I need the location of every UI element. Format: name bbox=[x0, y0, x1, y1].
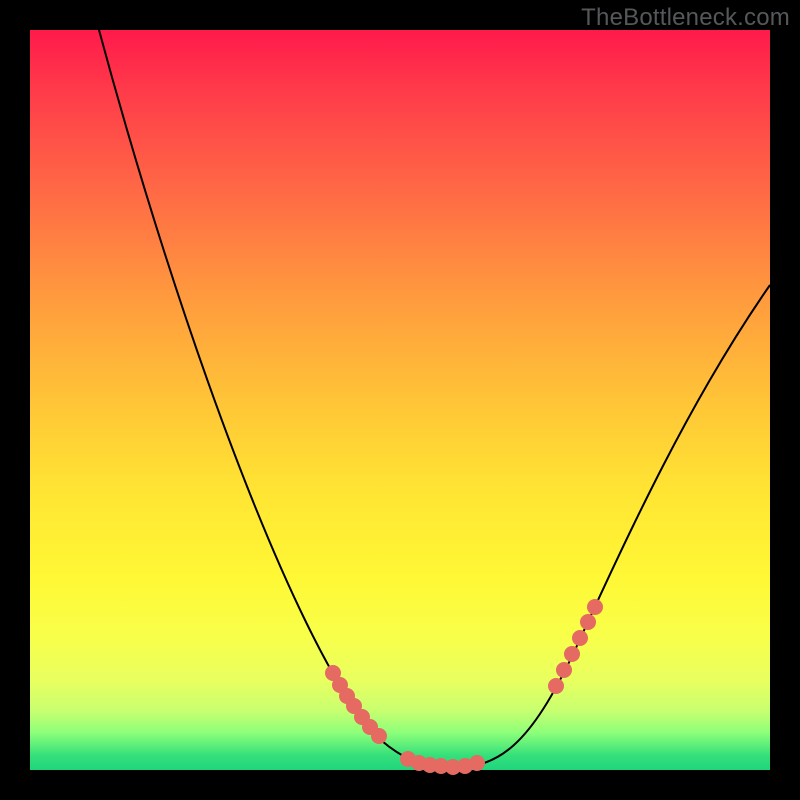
watermark-label: TheBottleneck.com bbox=[581, 4, 790, 32]
marker-dot bbox=[587, 599, 603, 615]
marker-band-floor bbox=[400, 751, 485, 775]
chart-stage: TheBottleneck.com bbox=[0, 0, 800, 800]
gradient-plot-area bbox=[30, 30, 770, 770]
marker-dot bbox=[572, 630, 588, 646]
plot-svg bbox=[30, 30, 770, 770]
bottleneck-curve bbox=[99, 30, 770, 768]
marker-dot bbox=[580, 614, 596, 630]
marker-band-right bbox=[548, 599, 603, 694]
marker-dot bbox=[564, 646, 580, 662]
marker-dot bbox=[469, 755, 485, 771]
marker-dot bbox=[548, 678, 564, 694]
marker-dot bbox=[371, 728, 387, 744]
marker-band-left bbox=[325, 665, 387, 744]
marker-dot bbox=[556, 662, 572, 678]
